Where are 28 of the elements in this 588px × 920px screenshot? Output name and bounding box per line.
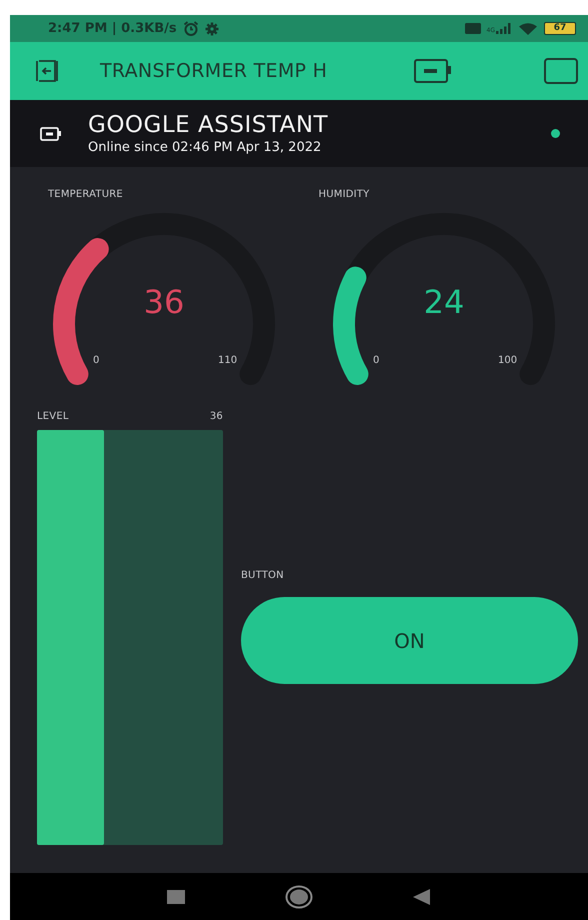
device-status: Online since 02:46 PM Apr 13, 2022	[88, 138, 322, 156]
level-value: 36	[210, 410, 223, 424]
gauge-value: 24	[423, 283, 464, 321]
switch-button[interactable]: ON	[241, 597, 578, 684]
gauge-min: 0	[372, 355, 379, 366]
wifi-icon	[518, 22, 538, 36]
status-time: 2:47 PM | 0.3KB/s	[48, 21, 177, 36]
alarm-icon	[182, 21, 199, 36]
gauge-label: TEMPERATURE	[47, 188, 123, 202]
square-icon[interactable]	[544, 58, 578, 84]
gauge-min: 0	[93, 355, 100, 366]
level-label: LEVEL	[37, 410, 69, 424]
home-icon[interactable]	[285, 884, 313, 908]
button-label: BUTTON	[241, 569, 284, 583]
battery-icon: 67	[544, 22, 576, 35]
back-icon[interactable]	[413, 888, 431, 906]
settings-icon	[204, 22, 219, 36]
project-title: TRANSFORMER TEMP H	[100, 60, 328, 82]
gauge-max: 100	[498, 355, 517, 366]
device-name: GOOGLE ASSISTANT	[88, 110, 328, 138]
recents-icon[interactable]	[167, 890, 185, 904]
device-icon[interactable]	[414, 59, 452, 83]
gauge-max: 110	[218, 355, 238, 366]
gauge-label: HUMIDITY	[318, 188, 370, 202]
back-icon[interactable]	[34, 58, 60, 84]
gauge-value: 36	[144, 283, 184, 321]
signal-icon	[496, 23, 512, 34]
device-icon	[40, 126, 62, 140]
